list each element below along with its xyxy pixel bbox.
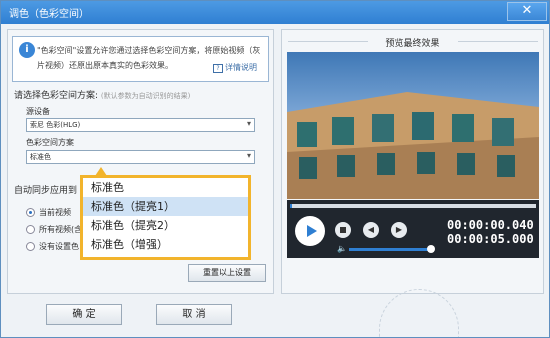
radio-unset[interactable]	[26, 242, 35, 251]
preview-panel: 预览最终效果 ◀ ▶ 🔈 00:00:00.040 00:00:05.000	[281, 29, 544, 294]
color-space-dropdown: 标准色 标准色（提亮1） 标准色（提亮2） 标准色（增强）	[80, 175, 251, 260]
preview-video	[287, 52, 539, 199]
source-label: 源设备	[26, 107, 50, 116]
divider	[458, 41, 538, 42]
player-controls: ◀ ▶ 🔈 00:00:00.040 00:00:05.000	[287, 200, 539, 258]
reset-button[interactable]: 重置以上设置	[188, 264, 266, 282]
building-image	[287, 52, 539, 199]
space-select[interactable]: 标准色 ▾	[26, 150, 255, 164]
radio-all[interactable]	[26, 225, 35, 234]
source-value: 索尼 色彩(HLG)	[30, 121, 81, 129]
next-frame-icon: ▶	[395, 225, 403, 234]
color-dialog: 调色（色彩空间） ✕ i "色彩空间"设置允许您通过选择色彩空间方案，将原始视频…	[0, 0, 550, 338]
scheme-title-text: 请选择色彩空间方案:	[14, 91, 99, 101]
volume-handle[interactable]	[427, 245, 435, 253]
preview-title: 预览最终效果	[385, 39, 440, 49]
help-link[interactable]: ? 详情说明	[213, 62, 257, 73]
volume-icon: 🔈	[337, 244, 347, 253]
window-title: 调色（色彩空间）	[9, 9, 89, 20]
close-icon: ✕	[521, 3, 533, 18]
apply-title: 自动同步应用到	[14, 186, 78, 196]
help-label: 详情说明	[225, 63, 257, 72]
help-icon: ?	[213, 64, 223, 73]
play-icon	[307, 225, 317, 237]
scheme-title: 请选择色彩空间方案: (默认参数为自动识别的结果)	[14, 88, 190, 101]
radio-current[interactable]	[26, 208, 35, 217]
space-value: 标准色	[30, 153, 51, 161]
stop-button[interactable]	[335, 222, 351, 238]
dropdown-option[interactable]: 标准色	[83, 178, 248, 197]
source-select[interactable]: 索尼 色彩(HLG) ▾	[26, 118, 255, 132]
info-icon: i	[19, 42, 35, 58]
dropdown-option[interactable]: 标准色（增强）	[83, 235, 248, 254]
cancel-button[interactable]: 取 消	[156, 304, 232, 325]
stop-icon	[340, 227, 346, 233]
next-frame-button[interactable]: ▶	[391, 222, 407, 238]
progress-fill	[290, 204, 293, 208]
close-button[interactable]: ✕	[507, 2, 547, 21]
total-time: 00:00:05.000	[447, 232, 534, 246]
radio-all-label: 所有视频(含	[39, 225, 83, 234]
chevron-down-icon: ▾	[246, 119, 251, 128]
ok-button[interactable]: 确 定	[46, 304, 122, 325]
prev-frame-button[interactable]: ◀	[363, 222, 379, 238]
title-bar[interactable]: 调色（色彩空间） ✕	[1, 1, 549, 24]
chevron-down-icon: ▾	[246, 151, 251, 160]
dropdown-option-selected[interactable]: 标准色（提亮1）	[83, 197, 248, 216]
prev-frame-icon: ◀	[367, 225, 375, 234]
volume-slider[interactable]	[349, 248, 429, 251]
time-display: 00:00:00.040 00:00:05.000	[447, 218, 534, 246]
radio-unset-label: 没有设置色	[39, 242, 79, 251]
current-time: 00:00:00.040	[447, 218, 534, 232]
dropdown-option[interactable]: 标准色（提亮2）	[83, 216, 248, 235]
radio-current-label: 当前视频	[39, 208, 71, 217]
mascot-decoration	[379, 289, 459, 337]
scheme-hint: (默认参数为自动识别的结果)	[100, 92, 191, 100]
info-box: i "色彩空间"设置允许您通过选择色彩空间方案，将原始视频（灰片视频）还原出原本…	[12, 36, 269, 82]
play-button[interactable]	[295, 216, 325, 246]
space-label: 色彩空间方案	[26, 138, 74, 147]
progress-track[interactable]	[290, 204, 536, 208]
